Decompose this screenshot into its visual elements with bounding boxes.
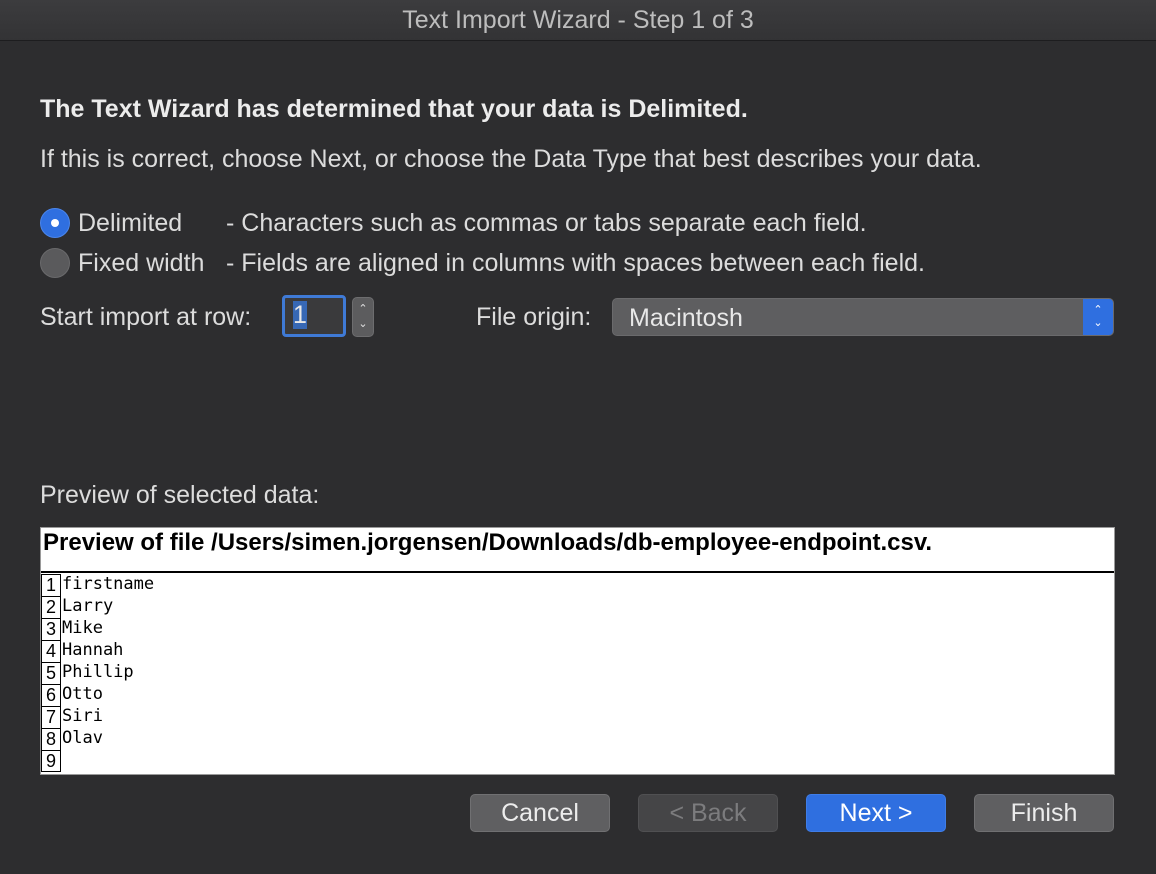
row-value: Phillip xyxy=(62,662,134,682)
row-number: 9 xyxy=(41,750,61,772)
row-value: Mike xyxy=(62,618,103,638)
row-value: Hannah xyxy=(62,640,124,660)
preview-header: Preview of file /Users/simen.jorgensen/D… xyxy=(41,528,1114,573)
radio-delimited[interactable] xyxy=(40,208,70,238)
radio-fixed-width[interactable] xyxy=(40,248,70,278)
row-value xyxy=(61,750,62,772)
finish-button[interactable]: Finish xyxy=(974,794,1114,832)
row-number: 3 xyxy=(41,618,61,640)
start-row-input[interactable]: 1 xyxy=(282,295,346,337)
start-row-value: 1 xyxy=(293,301,307,329)
file-origin-value: Macintosh xyxy=(629,304,743,332)
row-number: 4 xyxy=(41,640,61,662)
table-row: 2 Larry xyxy=(41,596,1114,618)
window-title: Text Import Wizard - Step 1 of 3 xyxy=(402,5,754,34)
wizard-instructions: If this is correct, choose Next, or choo… xyxy=(40,145,982,173)
next-button[interactable]: Next > xyxy=(806,794,946,832)
wizard-headline: The Text Wizard has determined that your… xyxy=(40,95,748,123)
row-number: 6 xyxy=(41,684,61,706)
table-row: 7 Siri xyxy=(41,706,1114,728)
row-value: Larry xyxy=(62,596,114,616)
file-origin-select[interactable]: Macintosh ⌃ ⌄ xyxy=(612,298,1114,336)
row-value: firstname xyxy=(62,574,155,594)
row-number: 7 xyxy=(41,706,61,728)
radio-delimited-row[interactable]: Delimited - Characters such as commas or… xyxy=(40,206,867,240)
start-row-stepper[interactable]: ⌃ ⌄ xyxy=(352,297,374,337)
preview-label: Preview of selected data: xyxy=(40,481,320,509)
row-value: Otto xyxy=(62,684,103,704)
table-row: 5 Phillip xyxy=(41,662,1114,684)
radio-fixed-width-row[interactable]: Fixed width - Fields are aligned in colu… xyxy=(40,246,925,280)
start-row-label: Start import at row: xyxy=(40,303,252,331)
row-value: Siri xyxy=(62,706,103,726)
row-number: 2 xyxy=(41,596,61,618)
row-number: 8 xyxy=(41,728,61,750)
radio-fixed-width-label[interactable]: Fixed width xyxy=(78,249,226,278)
table-row: 4 Hannah xyxy=(41,640,1114,662)
radio-fixed-width-description: - Fields are aligned in columns with spa… xyxy=(226,248,925,277)
table-row: 9 xyxy=(41,750,1114,772)
table-row: 1 firstname xyxy=(41,574,1114,596)
select-arrows-icon[interactable]: ⌃ ⌄ xyxy=(1083,299,1113,335)
table-row: 3 Mike xyxy=(41,618,1114,640)
window-titlebar: Text Import Wizard - Step 1 of 3 xyxy=(0,0,1156,41)
row-number: 1 xyxy=(41,574,61,596)
preview-panel[interactable]: Preview of file /Users/simen.jorgensen/D… xyxy=(40,527,1115,775)
radio-delimited-label[interactable]: Delimited xyxy=(78,209,226,238)
chevron-down-icon[interactable]: ⌄ xyxy=(358,317,367,332)
chevron-up-icon[interactable]: ⌃ xyxy=(358,302,367,317)
preview-rows: 1 firstname 2 Larry 3 Mike 4 Hannah 5 Phillip… xyxy=(41,573,1114,772)
wizard-content: The Text Wizard has determined that your… xyxy=(0,41,1156,874)
row-number: 5 xyxy=(41,662,61,684)
file-origin-label: File origin: xyxy=(476,303,592,331)
cancel-button[interactable]: Cancel xyxy=(470,794,610,832)
radio-delimited-description: - Characters such as commas or tabs sepa… xyxy=(226,208,867,237)
table-row: 6 Otto xyxy=(41,684,1114,706)
back-button[interactable]: < Back xyxy=(638,794,778,832)
row-value: Olav xyxy=(62,728,103,748)
table-row: 8 Olav xyxy=(41,728,1114,750)
